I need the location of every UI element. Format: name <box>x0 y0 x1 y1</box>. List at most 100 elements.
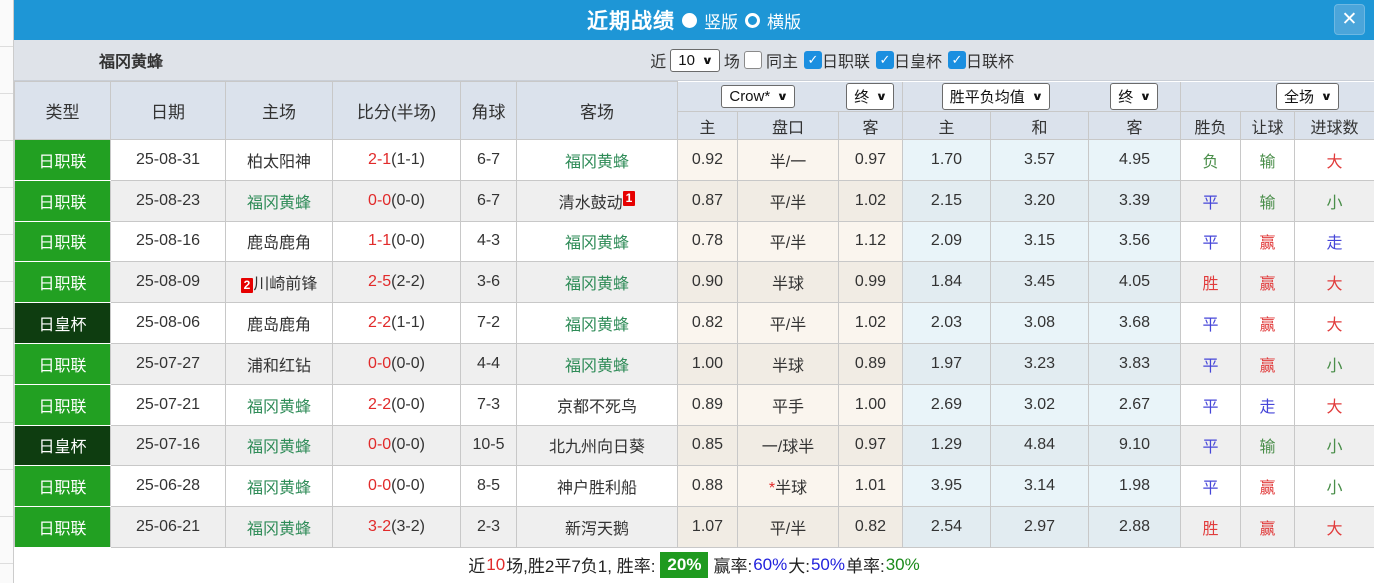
handicap-line-text: 平手 <box>771 398 804 416</box>
away-team: 北九州向日葵 <box>516 424 678 467</box>
score-cell: 1-1(0-0) <box>332 220 461 263</box>
close-icon[interactable]: ✕ <box>1334 4 1365 35</box>
away-team: 福冈黄蜂 <box>516 220 678 263</box>
competition-type-badge: 日职联 <box>14 383 111 426</box>
handicap-away-odds: 0.82 <box>838 506 903 548</box>
home-team: 鹿岛鹿角 <box>225 302 333 344</box>
recent-results-dialog: 近期战绩 竖版 横版 ✕ 福冈黄蜂 近 10 ∨ 场 同主 ✓ 日职联 ✓ 日皇… <box>0 0 1374 583</box>
vertical-layout-label[interactable]: 竖版 <box>704 8 738 33</box>
handicap-line-text: 平/半 <box>769 235 807 253</box>
handicap-away-odds: 0.99 <box>838 261 903 304</box>
summary-line: 近 10 场,胜2平7负1, 胜率: 20% 赢率: 60% 大: 50% 单率: 30% <box>14 547 1374 582</box>
home-team: 福冈黄蜂 <box>225 424 333 467</box>
chevron-down-icon: ∨ <box>1031 90 1044 103</box>
home-team-name: 福冈黄蜂 <box>246 439 311 457</box>
results-table: 类型 日期 主场 比分(半场) 角球 客场 Crow* ∨ 终 ∨ 胜平负均值 … <box>14 81 1374 548</box>
handicap-away-odds: 0.97 <box>838 139 903 181</box>
euro-home-odds: 2.09 <box>902 220 991 263</box>
odds-average-select[interactable]: 胜平负均值 ∨ <box>941 82 1050 110</box>
horizontal-layout-radio[interactable] <box>745 12 760 28</box>
league-cup-checkbox[interactable]: ✓ <box>947 51 966 69</box>
away-team-name: 清水鼓动 <box>558 194 623 212</box>
euro-away-odds: 9.10 <box>1088 424 1182 467</box>
handicap-line-text: 半/一 <box>769 153 807 171</box>
home-team: 鹿岛鹿角 <box>225 220 333 263</box>
handicap-line-text: 半球 <box>771 276 804 294</box>
team-name: 福冈黄蜂 <box>99 54 164 71</box>
euro-home-odds: 2.54 <box>902 506 991 548</box>
chevron-down-icon: ∨ <box>701 54 714 67</box>
full-time-score: 1-1 <box>368 232 392 250</box>
col-header-corner: 角球 <box>460 81 517 140</box>
euro-away-odds: 3.39 <box>1088 179 1182 222</box>
sub-header-ah-home: 主 <box>677 111 738 140</box>
match-row: 日职联 25-07-27 浦和红钻 0-0(0-0) 4-4 福冈黄蜂 1.00 半球 0.89… <box>14 342 1374 385</box>
handicap-result: 赢 <box>1240 465 1296 508</box>
euro-draw-odds: 3.23 <box>989 342 1090 385</box>
match-count-select[interactable]: 10 ∨ <box>670 48 720 72</box>
sub-header-ah-line: 盘口 <box>737 111 839 140</box>
competition-type-badge: 日职联 <box>14 179 111 222</box>
win-rate-badge: 20% <box>660 551 709 578</box>
horizontal-layout-label[interactable]: 横版 <box>767 8 801 33</box>
euro-home-odds: 1.29 <box>902 424 991 467</box>
dialog-titlebar: 近期战绩 竖版 横版 ✕ <box>14 0 1374 40</box>
j1-checkbox[interactable]: ✓ <box>803 51 822 69</box>
match-date: 25-07-27 <box>110 342 226 385</box>
handicap-result: 走 <box>1240 383 1296 426</box>
handicap-line-text: 平/半 <box>769 521 807 539</box>
background-page-strip <box>0 0 14 583</box>
competition-type-badge: 日皇杯 <box>14 302 111 344</box>
handicap-result: 输 <box>1240 424 1296 467</box>
modal: 近期战绩 竖版 横版 ✕ 福冈黄蜂 近 10 ∨ 场 同主 ✓ 日职联 ✓ 日皇… <box>14 0 1374 583</box>
handicap-away-odds: 1.01 <box>838 465 903 508</box>
chevron-down-icon: ∨ <box>875 90 888 103</box>
home-team: 福冈黄蜂 <box>225 506 333 548</box>
sub-header-eu-away: 客 <box>1088 111 1182 140</box>
score-cell: 2-2(1-1) <box>332 302 461 344</box>
match-row: 日皇杯 25-07-16 福冈黄蜂 0-0(0-0) 10-5 北九州向日葵 0.85 一/球… <box>14 424 1374 467</box>
goals-result: 大 <box>1294 139 1374 181</box>
competition-type-badge: 日职联 <box>14 342 111 385</box>
euro-time-select[interactable]: 终 ∨ <box>1110 82 1159 110</box>
score-cell: 0-0(0-0) <box>332 465 461 508</box>
league-filter-j1[interactable]: ✓ 日职联 <box>803 48 870 72</box>
home-rank-badge: 2 <box>240 278 254 294</box>
away-team-name: 福冈黄蜂 <box>564 235 629 253</box>
match-date: 25-08-06 <box>110 302 226 344</box>
away-team: 福冈黄蜂 <box>516 302 678 344</box>
euro-away-odds: 2.67 <box>1088 383 1182 426</box>
handicap-line: 平/半 <box>737 302 839 344</box>
half-time-score: (2-2) <box>391 273 425 291</box>
euro-home-odds: 2.03 <box>902 302 991 344</box>
corner-cell: 6-7 <box>460 179 517 222</box>
league-filter-league-cup[interactable]: ✓ 日联杯 <box>947 48 1014 72</box>
vertical-layout-radio[interactable] <box>682 12 697 28</box>
euro-draw-odds: 4.84 <box>989 424 1090 467</box>
handicap-home-odds: 0.92 <box>677 139 738 181</box>
match-date: 25-06-21 <box>110 506 226 548</box>
home-team: 柏太阳神 <box>225 139 333 181</box>
handicap-time-select[interactable]: 终 ∨ <box>846 82 895 110</box>
match-date: 25-07-21 <box>110 383 226 426</box>
goals-result: 小 <box>1294 179 1374 222</box>
sub-header-eu-home: 主 <box>902 111 991 140</box>
euro-draw-odds: 3.57 <box>989 139 1090 181</box>
dialog-title: 近期战绩 <box>587 10 675 33</box>
emperors-cup-checkbox[interactable]: ✓ <box>875 51 894 69</box>
odds-company-select[interactable]: Crow* ∨ <box>721 84 796 108</box>
corner-cell: 7-2 <box>460 302 517 344</box>
scope-select[interactable]: 全场 ∨ <box>1276 82 1339 110</box>
away-team: 福冈黄蜂 <box>516 261 678 304</box>
handicap-away-odds: 0.89 <box>838 342 903 385</box>
unit-label: 场 <box>723 54 740 71</box>
handicap-home-odds: 0.88 <box>677 465 738 508</box>
home-team-name: 川崎前锋 <box>253 276 318 294</box>
match-result: 负 <box>1180 139 1242 181</box>
score-cell: 0-0(0-0) <box>332 179 461 222</box>
euro-draw-odds: 2.97 <box>989 506 1090 548</box>
corner-cell: 8-5 <box>460 465 517 508</box>
league-filter-emperors-cup[interactable]: ✓ 日皇杯 <box>875 48 942 72</box>
away-team-name: 新泻天鹅 <box>564 521 629 539</box>
same-home-checkbox[interactable] <box>743 51 762 69</box>
